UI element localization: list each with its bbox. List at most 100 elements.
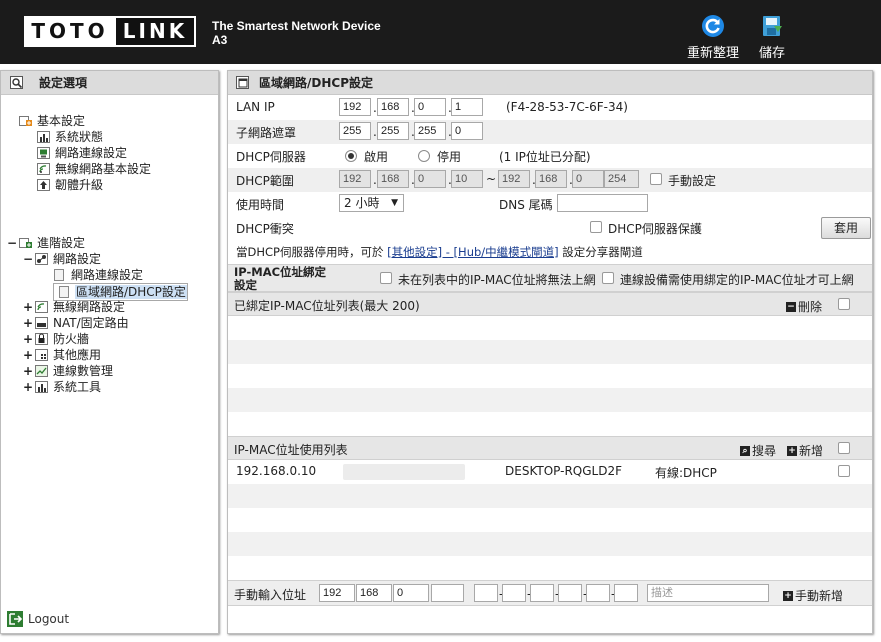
manual-ip-octet-3[interactable]: 0: [393, 584, 429, 602]
dhcp-range-row: DHCP範圍 192 . 168 . 0 . 10 ~ 192 . 168 . …: [228, 168, 872, 192]
table-row: [228, 532, 872, 556]
manual-mac-part-2[interactable]: [502, 584, 526, 602]
search-button[interactable]: ⌕ 搜尋: [740, 442, 776, 459]
lease-row: 使用時間 2 小時 ▼ DNS 尾碼: [228, 192, 872, 216]
plus-icon: +: [787, 445, 797, 456]
manual-add-button[interactable]: + 手動新增: [783, 587, 843, 604]
expand-icon[interactable]: +: [23, 363, 35, 379]
lease-select[interactable]: 2 小時 ▼: [339, 194, 404, 212]
tree-lan-dhcp-label: 區域網路/DHCP設定: [75, 285, 187, 299]
tree-basic-settings[interactable]: 基本設定: [19, 113, 86, 129]
expand-icon[interactable]: +: [23, 331, 35, 347]
range-end-octet-2[interactable]: 168: [535, 170, 567, 188]
tree-system-status-label: 系統狀態: [55, 130, 104, 144]
tree-nat-routing[interactable]: + NAT/固定路由: [23, 315, 130, 331]
lan-ip-octet-2[interactable]: 168: [377, 98, 409, 116]
lan-ip-octet-4[interactable]: 1: [451, 98, 483, 116]
tree-connection-management[interactable]: + 連線數管理: [23, 363, 114, 379]
conflict-row: DHCP衝突 DHCP伺服器保護 套用: [228, 216, 872, 240]
lan-ip-octet-1[interactable]: 192: [339, 98, 371, 116]
bound-list-row: [228, 412, 872, 436]
manual-mac-part-5[interactable]: [586, 584, 610, 602]
conflict-label: DHCP衝突: [236, 222, 294, 236]
dhcp-enable-radio[interactable]: [345, 150, 357, 162]
refresh-icon: [702, 15, 724, 37]
range-start-octet-1[interactable]: 192: [339, 170, 371, 188]
dns-suffix-input[interactable]: [557, 194, 648, 212]
client-row-checkbox[interactable]: [838, 465, 850, 477]
dhcp-server-row: DHCP伺服器 啟用 停用 (1 IP位址已分配): [228, 144, 872, 168]
manual-mac-part-1[interactable]: [474, 584, 498, 602]
range-end-octet-3[interactable]: 0: [572, 170, 604, 188]
tree-advanced-settings[interactable]: − 進階設定: [7, 235, 86, 251]
subnet-octet-4[interactable]: 0: [451, 122, 483, 140]
range-start-octet-2[interactable]: 168: [377, 170, 409, 188]
logout-link[interactable]: Logout: [7, 611, 69, 627]
collapse-icon[interactable]: −: [23, 251, 35, 267]
main-panel: 區域網路/DHCP設定 LAN IP 192 . 168 . 0 . 1 (F4…: [227, 70, 873, 634]
range-end-octet-4[interactable]: 254: [604, 170, 639, 188]
subnet-octet-3[interactable]: 255: [414, 122, 446, 140]
expand-icon[interactable]: +: [23, 299, 35, 315]
subnet-octet-1[interactable]: 255: [339, 122, 371, 140]
expand-icon[interactable]: +: [23, 315, 35, 331]
tree-system-tools-label: 系統工具: [53, 380, 102, 394]
range-end-octet-1[interactable]: 192: [498, 170, 530, 188]
manual-mac-part-6[interactable]: [614, 584, 638, 602]
tree-wan-settings[interactable]: 網路連線設定: [53, 267, 144, 283]
add-label: 新增: [799, 444, 824, 458]
manual-ip-octet-2[interactable]: 168: [356, 584, 392, 602]
apply-button[interactable]: 套用: [821, 217, 871, 239]
range-start-octet-4[interactable]: 10: [451, 170, 483, 188]
dhcp-server-label: DHCP伺服器: [236, 150, 306, 164]
tree-network-connection[interactable]: 網路連線設定: [37, 145, 128, 161]
table-row: [228, 556, 872, 580]
lan-ip-octet-3[interactable]: 0: [414, 98, 446, 116]
block-unlisted-checkbox[interactable]: [380, 272, 392, 284]
range-start-octet-3[interactable]: 0: [414, 170, 446, 188]
search-icon: ⌕: [740, 445, 750, 456]
require-binding-checkbox[interactable]: [602, 272, 614, 284]
dhcp-disable-radio[interactable]: [418, 150, 430, 162]
tree-wan-settings-label: 網路連線設定: [71, 268, 144, 282]
description-input[interactable]: 描述: [647, 584, 769, 602]
expand-icon[interactable]: +: [23, 347, 35, 363]
tree-system-tools[interactable]: + 系統工具: [23, 379, 102, 395]
usage-select-all-checkbox[interactable]: [838, 442, 850, 454]
manual-add-label: 手動新增: [795, 589, 844, 603]
expand-icon[interactable]: +: [23, 379, 35, 395]
manual-ip-octet-4[interactable]: [431, 584, 464, 602]
tree-other-apps[interactable]: + 其他應用: [23, 347, 102, 363]
gateway-note-suffix: 設定分享器閘道: [558, 245, 643, 259]
window-icon: [236, 76, 249, 89]
manual-mac-part-3[interactable]: [530, 584, 554, 602]
add-button[interactable]: + 新增: [787, 442, 823, 459]
bound-select-all-checkbox[interactable]: [838, 298, 850, 310]
tree-connection-management-label: 連線數管理: [53, 364, 114, 378]
apps-icon: [35, 349, 48, 361]
refresh-button[interactable]: 重新整理: [683, 14, 743, 61]
tree-wireless-basic[interactable]: 無線網路基本設定: [37, 161, 152, 177]
tree-advanced-label: 進階設定: [37, 236, 86, 250]
hub-repeater-gateway-link[interactable]: [其他設定] - [Hub/中繼模式閘道]: [387, 245, 559, 259]
lock-icon: [35, 333, 48, 345]
tree-network-settings[interactable]: − 網路設定: [23, 251, 102, 267]
tree-firewall[interactable]: + 防火牆: [23, 331, 90, 347]
save-button[interactable]: 儲存: [742, 14, 802, 61]
tree-system-status[interactable]: 系統狀態: [37, 129, 104, 145]
collapse-icon[interactable]: −: [7, 235, 19, 251]
plus-icon: +: [783, 590, 793, 601]
tree-wireless-settings-label: 無線網路設定: [53, 300, 126, 314]
delete-button[interactable]: − 刪除: [786, 298, 822, 315]
tree-wireless-settings[interactable]: + 無線網路設定: [23, 299, 126, 315]
dhcp-protect-checkbox[interactable]: [590, 221, 602, 233]
tree-network-connection-label: 網路連線設定: [55, 146, 128, 160]
manual-ip-octet-1[interactable]: 192: [319, 584, 355, 602]
logout-label: Logout: [28, 612, 70, 626]
top-header: TOTO LINK The Smartest Network Device A3…: [0, 0, 881, 64]
manual-range-checkbox[interactable]: [650, 173, 662, 185]
subnet-octet-2[interactable]: 255: [377, 122, 409, 140]
tree-firmware-upgrade[interactable]: 韌體升級: [37, 177, 104, 193]
manual-mac-part-4[interactable]: [558, 584, 582, 602]
logo-right-text: LINK: [114, 18, 194, 45]
